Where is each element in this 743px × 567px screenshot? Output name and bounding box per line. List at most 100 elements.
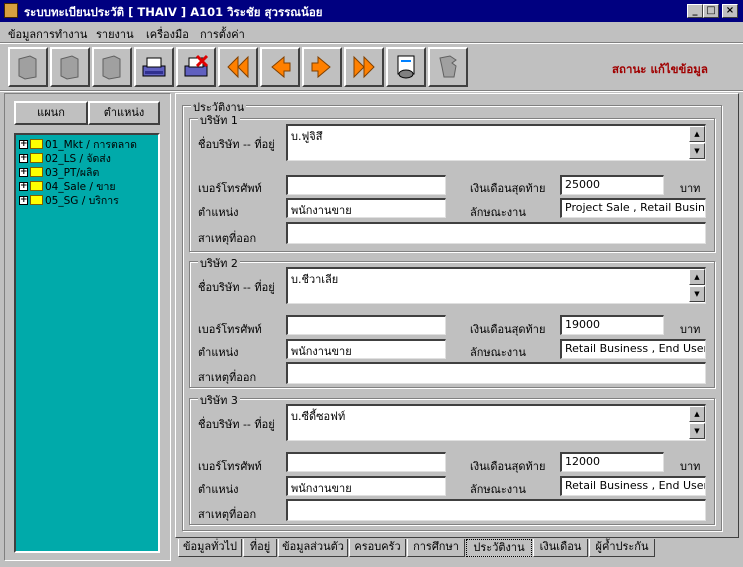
- reason-field[interactable]: [286, 362, 706, 384]
- title-bar: ระบบทะเบียนประวัติ [ THAIV ] A101 วิระชั…: [0, 0, 743, 22]
- scroll-down-button[interactable]: ▼: [689, 423, 705, 439]
- reason-field[interactable]: [286, 499, 706, 521]
- cancel-button[interactable]: [176, 47, 216, 87]
- expand-icon[interactable]: +: [19, 195, 28, 205]
- folder-icon: [30, 181, 43, 191]
- last-salary-label: เงินเดือนสุดท้าย: [470, 182, 546, 195]
- reason-label: สาเหตุที่ออก: [198, 371, 257, 384]
- job-type-field[interactable]: Retail Business , End User: [560, 339, 706, 359]
- company-title: บริษัท 1: [198, 111, 240, 129]
- menu-tools[interactable]: เครื่องมือ: [146, 25, 189, 43]
- toolbar-separator: [0, 42, 743, 44]
- position-field[interactable]: พนักงานขาย: [286, 339, 446, 359]
- phone-label: เบอร์โทรศัพท์: [198, 460, 262, 473]
- edit-button[interactable]: [50, 47, 90, 87]
- expand-icon[interactable]: +: [19, 139, 28, 149]
- last-salary-field[interactable]: 19000: [560, 315, 664, 335]
- previous-icon: [271, 55, 291, 79]
- tab-family[interactable]: ครอบครัว: [349, 539, 406, 557]
- folder-icon: [30, 167, 43, 177]
- tree-item[interactable]: +05_SG / บริการ: [16, 193, 158, 207]
- scroll-up-button[interactable]: ▲: [689, 126, 705, 142]
- position-label: ตำแหน่ง: [198, 483, 239, 496]
- last-salary-field[interactable]: 12000: [560, 452, 664, 472]
- next-record-button[interactable]: [302, 47, 342, 87]
- tree-item-label: 05_SG / บริการ: [45, 194, 119, 207]
- close-button[interactable]: ×: [722, 4, 738, 18]
- tab-personal[interactable]: ข้อมูลส่วนตัว: [278, 539, 348, 557]
- expand-icon[interactable]: +: [19, 181, 28, 191]
- previous-record-button[interactable]: [260, 47, 300, 87]
- company-title: บริษัท 3: [198, 391, 240, 409]
- baht-label: บาท: [680, 182, 701, 195]
- reason-label: สาเหตุที่ออก: [198, 232, 257, 245]
- position-tab-button[interactable]: ตำแหน่ง: [88, 101, 160, 125]
- new-button[interactable]: [8, 47, 48, 87]
- exit-button[interactable]: [428, 47, 468, 87]
- job-type-field[interactable]: Project Sale , Retail Business: [560, 198, 706, 218]
- folder-icon: [30, 139, 43, 149]
- menu-bar: ข้อมูลการทำงาน รายงาน เครื่องมือ การตั้ง…: [0, 22, 743, 42]
- last-record-button[interactable]: [344, 47, 384, 87]
- delete-icon: [102, 55, 121, 80]
- tab-salary[interactable]: เงินเดือน: [533, 539, 588, 557]
- expand-icon[interactable]: +: [19, 167, 28, 177]
- minimize-button[interactable]: _: [687, 4, 703, 18]
- exit-icon: [439, 55, 457, 78]
- status-text: สถานะ แก้ไขข้อมูล: [612, 62, 708, 76]
- scroll-up-button[interactable]: ▲: [689, 406, 705, 422]
- tab-address[interactable]: ที่อยู่: [243, 539, 277, 557]
- last-icon: [353, 55, 375, 79]
- company-address-field[interactable]: บ.ชีวาเลีย: [286, 267, 706, 304]
- phone-field[interactable]: [286, 315, 446, 335]
- scroll-down-button[interactable]: ▼: [689, 286, 705, 302]
- company-address-field[interactable]: บ.ซีดี้ซอฟท์: [286, 404, 706, 441]
- tab-guarantor[interactable]: ผู้ค้ำประกัน: [589, 539, 655, 557]
- job-type-label: ลักษณะงาน: [470, 346, 526, 359]
- reason-field[interactable]: [286, 222, 706, 244]
- expand-icon[interactable]: +: [19, 153, 28, 163]
- menu-work-data[interactable]: ข้อมูลการทำงาน: [8, 25, 87, 43]
- reason-label: สาเหตุที่ออก: [198, 508, 257, 521]
- toolbar-bottom-separator: [0, 90, 743, 92]
- first-record-button[interactable]: [218, 47, 258, 87]
- baht-label: บาท: [680, 323, 701, 336]
- menu-settings[interactable]: การตั้งค่า: [200, 25, 245, 43]
- tab-education[interactable]: การศึกษา: [407, 539, 465, 557]
- maximize-button[interactable]: □: [703, 4, 719, 18]
- app-icon: [4, 3, 18, 18]
- delete-button[interactable]: [92, 47, 132, 87]
- phone-label: เบอร์โทรศัพท์: [198, 182, 262, 195]
- first-icon: [227, 55, 249, 79]
- company-label: ชื่อบริษัท -- ที่อยู่: [198, 418, 275, 431]
- department-tree[interactable]: +01_Mkt / การตลาด +02_LS / จัดส่ง +03_PT…: [14, 133, 160, 553]
- last-salary-label: เงินเดือนสุดท้าย: [470, 460, 546, 473]
- cancel-icon: [184, 54, 209, 77]
- tab-general[interactable]: ข้อมูลทั่วไป: [178, 539, 242, 557]
- work-history-section: ประวัติงาน บริษัท 1 ชื่อบริษัท -- ที่อยู…: [182, 98, 722, 531]
- tab-work-history[interactable]: ประวัติงาน: [466, 539, 532, 557]
- scroll-up-button[interactable]: ▲: [689, 269, 705, 285]
- phone-field[interactable]: [286, 452, 446, 472]
- position-label: ตำแหน่ง: [198, 206, 239, 219]
- department-tab-button[interactable]: แผนก: [14, 101, 88, 125]
- phone-field[interactable]: [286, 175, 446, 195]
- position-field[interactable]: พนักงานขาย: [286, 476, 446, 496]
- main-panel: ประวัติงาน บริษัท 1 ชื่อบริษัท -- ที่อยู…: [175, 93, 739, 538]
- baht-label: บาท: [680, 460, 701, 473]
- scroll-down-button[interactable]: ▼: [689, 143, 705, 159]
- menu-report[interactable]: รายงาน: [96, 25, 134, 43]
- search-icon: [397, 55, 415, 79]
- edit-icon: [60, 55, 79, 80]
- window-title: ระบบทะเบียนประวัติ [ THAIV ] A101 วิระชั…: [24, 5, 323, 19]
- company-2-group: บริษัท 2 ชื่อบริษัท -- ที่อยู่ บ.ชีวาเลี…: [189, 254, 715, 388]
- company-address-field[interactable]: บ.ฟูจิสึ: [286, 124, 706, 161]
- position-field[interactable]: พนักงานขาย: [286, 198, 446, 218]
- save-button[interactable]: [134, 47, 174, 87]
- search-button[interactable]: [386, 47, 426, 87]
- new-icon: [18, 55, 37, 80]
- job-type-field[interactable]: Retail Business , End User: [560, 476, 706, 496]
- phone-label: เบอร์โทรศัพท์: [198, 323, 262, 336]
- folder-icon: [30, 195, 43, 205]
- last-salary-field[interactable]: 25000: [560, 175, 664, 195]
